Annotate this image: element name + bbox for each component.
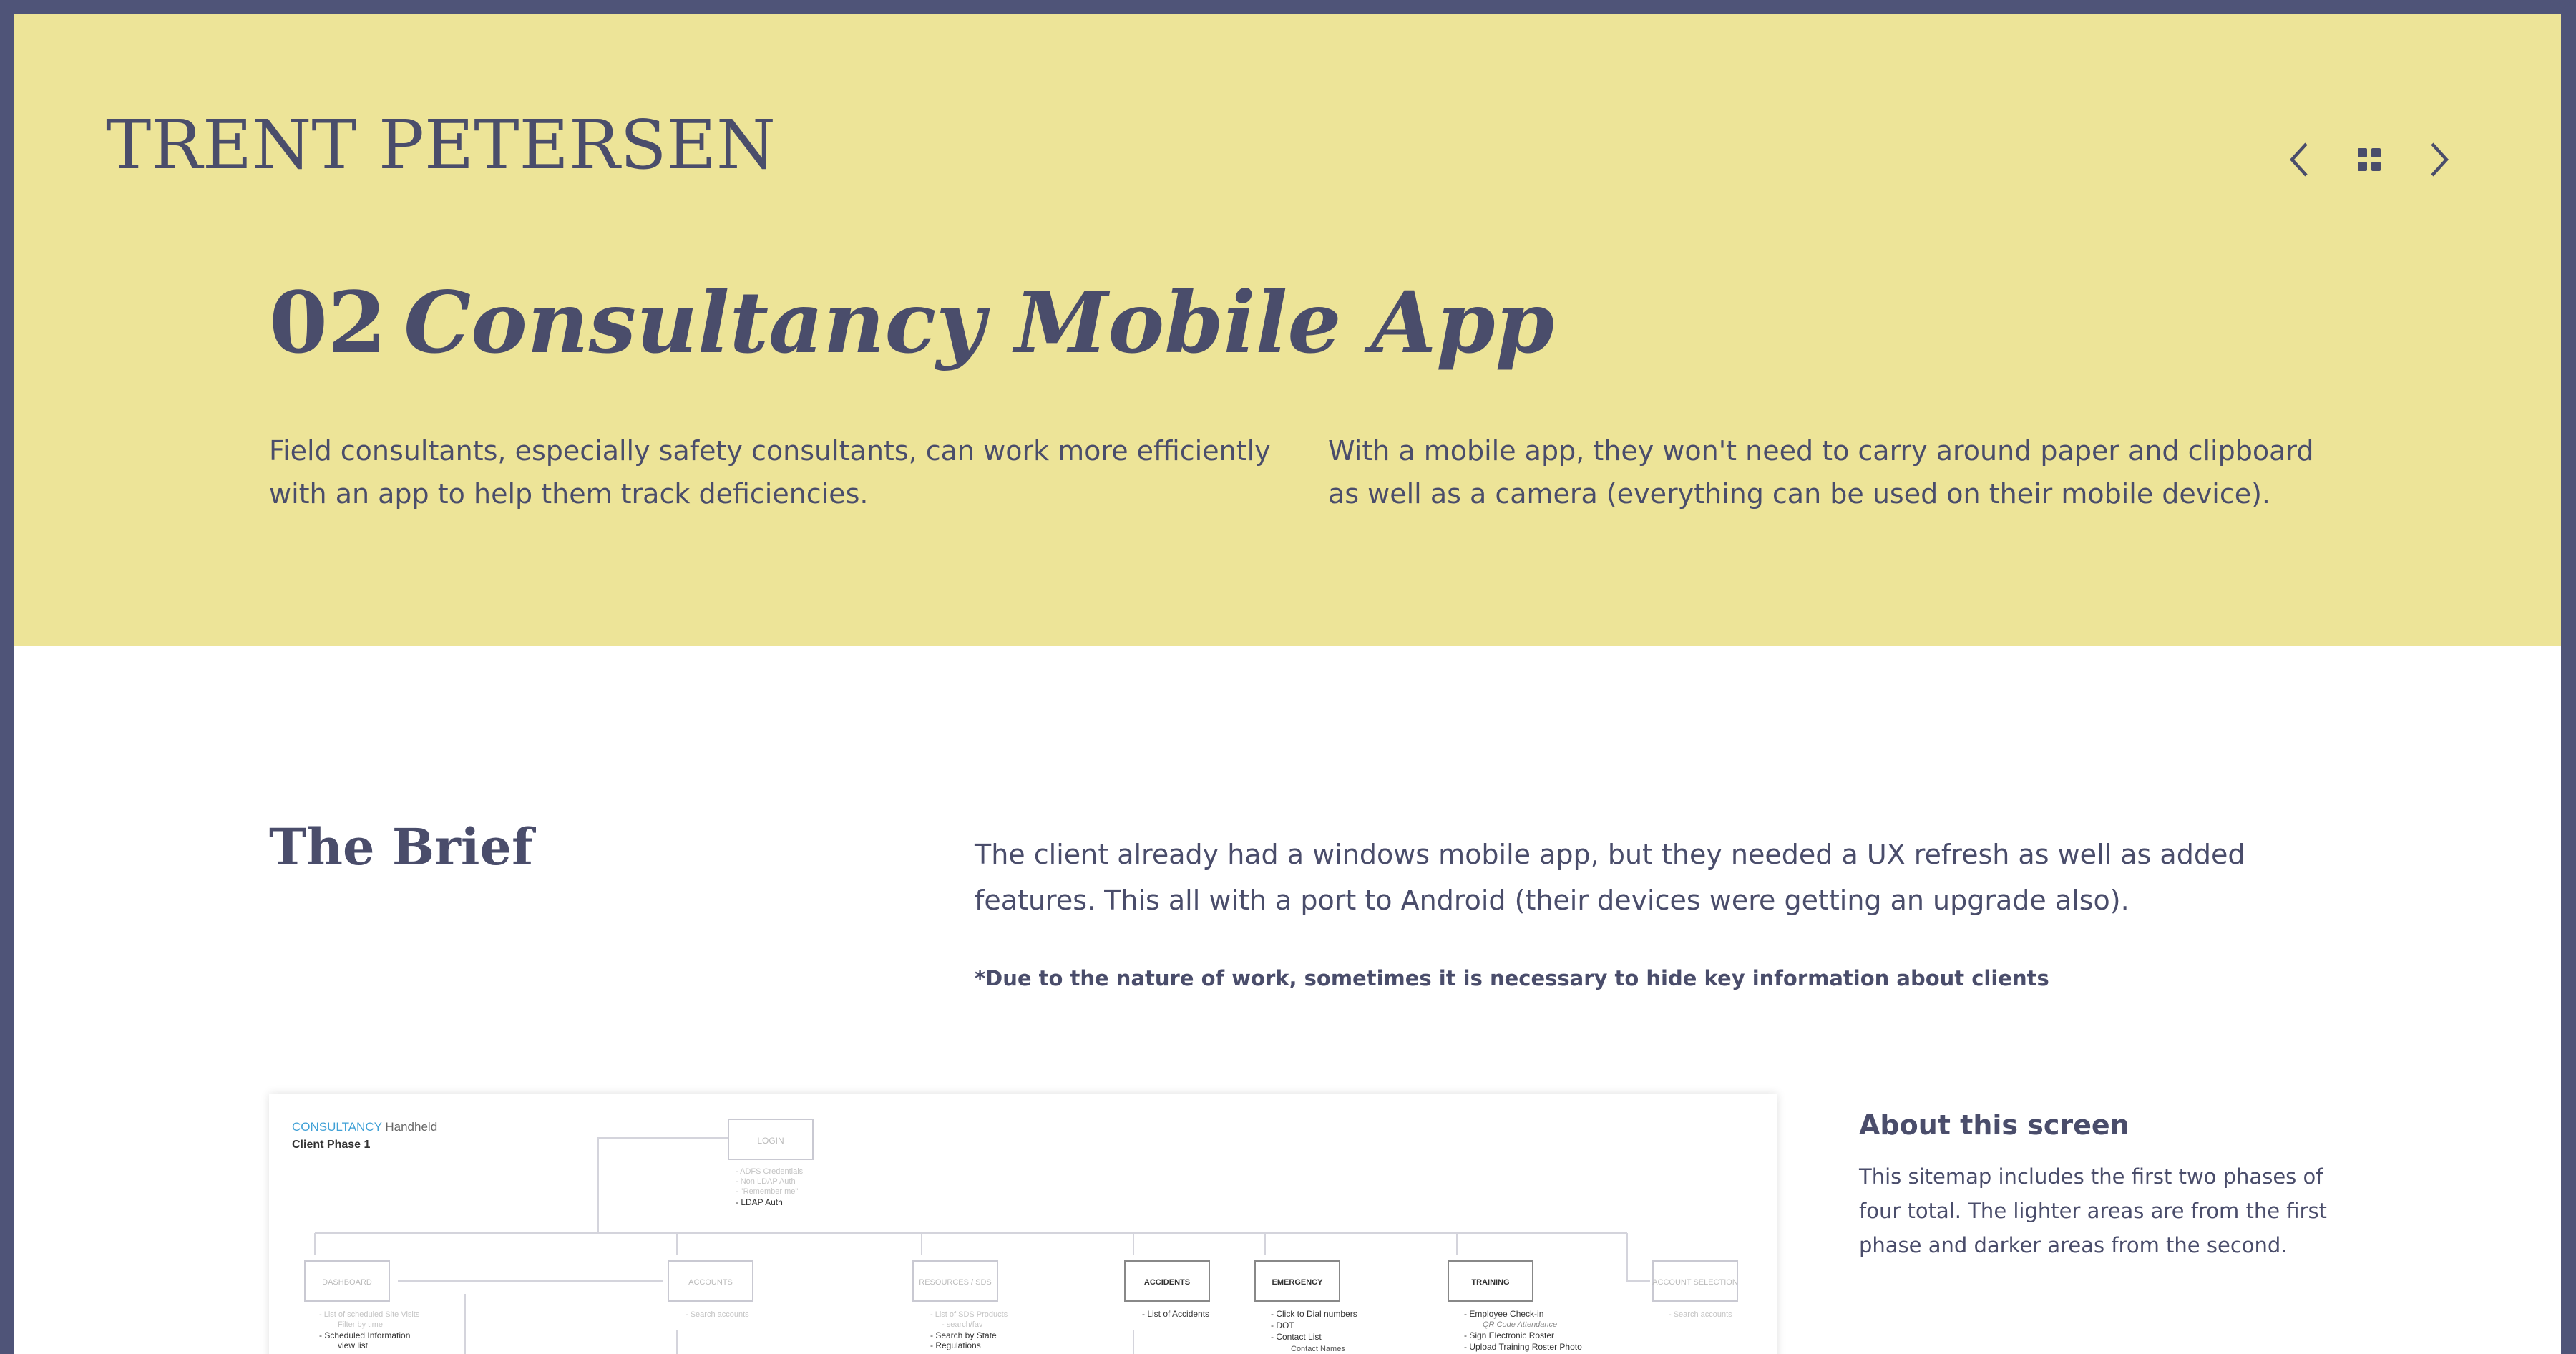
about-screen-body: This sitemap includes the first two phas… <box>1859 1164 2327 1257</box>
svg-text:- Search accounts: - Search accounts <box>1669 1310 1732 1319</box>
intro-text-right: With a mobile app, they won't need to ca… <box>1328 435 2314 510</box>
project-number: 02 <box>269 273 387 372</box>
sitemap-section-emergency: EMERGENCY - Click to Dial numbers - DOT … <box>1254 1260 1357 1353</box>
chevron-left-icon <box>2289 142 2308 177</box>
sitemap-section-resources: RESOURCES / SDS - List of SDS Products -… <box>912 1260 1008 1350</box>
sitemap-diagram: CONSULTANCY Handheld Client Phase 1 LOGI… <box>292 1119 1738 1354</box>
svg-text:- Regulations: - Regulations <box>930 1340 981 1350</box>
project-title: 02 Consultancy Mobile App <box>269 276 1554 369</box>
brief-heading: The Brief <box>269 817 534 877</box>
sitemap-section-training: TRAINING - Employee Check-in QR Code Att… <box>1448 1260 1582 1352</box>
intro-text-left: Field consultants, especially safety con… <box>269 435 1271 510</box>
about-screen-title: About this screen <box>1859 1109 2129 1141</box>
svg-text:RESOURCES / SDS: RESOURCES / SDS <box>919 1278 991 1287</box>
brief-note: *Due to the nature of work, sometimes it… <box>975 966 2049 990</box>
svg-text:ACCOUNTS: ACCOUNTS <box>688 1278 733 1287</box>
sitemap-section-dashboard: DASHBOARD - List of scheduled Site Visit… <box>304 1260 420 1350</box>
svg-text:- List of scheduled Site Visit: - List of scheduled Site Visits <box>319 1310 420 1319</box>
svg-text:- List of SDS Products: - List of SDS Products <box>930 1310 1008 1319</box>
svg-text:TRAINING: TRAINING <box>1471 1278 1509 1287</box>
sitemap-login-item: - Non LDAP Auth <box>736 1177 796 1186</box>
svg-text:Contact Names: Contact Names <box>1291 1345 1345 1353</box>
svg-text:Filter by time: Filter by time <box>338 1320 383 1329</box>
brief-body: The client already had a windows mobile … <box>975 839 2245 916</box>
sitemap-section-account-selection: ACCOUNT SELECTION - Search accounts <box>1652 1260 1738 1319</box>
next-project-button[interactable] <box>2414 135 2464 185</box>
svg-text:- List of Accidents: - List of Accidents <box>1142 1309 1209 1319</box>
svg-text:- DOT: - DOT <box>1271 1320 1294 1330</box>
sitemap-section-accounts: ACCOUNTS - Search accounts <box>668 1260 753 1319</box>
sitemap-brand: CONSULTANCY Handheld <box>292 1120 437 1134</box>
svg-text:- Click to Dial numbers: - Click to Dial numbers <box>1271 1309 1357 1319</box>
svg-text:view list: view list <box>338 1340 369 1350</box>
svg-text:EMERGENCY: EMERGENCY <box>1272 1278 1324 1287</box>
svg-text:- Employee Check-in: - Employee Check-in <box>1464 1309 1543 1319</box>
svg-text:- Contact List: - Contact List <box>1271 1332 1322 1342</box>
svg-text:- Sign Electronic Roster: - Sign Electronic Roster <box>1464 1330 1554 1340</box>
svg-text:- search/fav: - search/fav <box>942 1320 983 1329</box>
sitemap-phase: Client Phase 1 <box>292 1139 370 1151</box>
svg-text:ACCOUNT SELECTION: ACCOUNT SELECTION <box>1652 1278 1738 1287</box>
sitemap-section-accidents: ACCIDENTS - List of Accidents <box>1124 1260 1210 1319</box>
site-brand[interactable]: TRENT PETERSEN <box>106 106 776 185</box>
sitemap-login-label: LOGIN <box>757 1136 784 1146</box>
svg-text:DASHBOARD: DASHBOARD <box>322 1278 372 1287</box>
all-projects-button[interactable] <box>2344 135 2394 185</box>
svg-text:- Scheduled Information: - Scheduled Information <box>319 1330 410 1340</box>
page-frame: TRENT PETERSEN 02 Consultancy Mobile App … <box>14 14 2561 1354</box>
svg-text:QR Code Attendance: QR Code Attendance <box>1483 1320 1557 1329</box>
grid-icon <box>2358 148 2381 171</box>
sitemap-login-item: - ADFS Credentials <box>736 1167 804 1176</box>
svg-text:ACCIDENTS: ACCIDENTS <box>1144 1278 1190 1287</box>
sitemap-login-item: - "Remember me" <box>736 1187 798 1196</box>
svg-text:- Search by State: - Search by State <box>930 1330 997 1340</box>
hero-section: TRENT PETERSEN 02 Consultancy Mobile App … <box>14 14 2561 646</box>
chevron-right-icon <box>2431 142 2449 177</box>
project-name: Consultancy Mobile App <box>404 273 1555 372</box>
svg-text:- Upload Training Roster Photo: - Upload Training Roster Photo <box>1464 1342 1582 1352</box>
prev-project-button[interactable] <box>2274 135 2324 185</box>
sitemap-image[interactable]: CONSULTANCY Handheld Client Phase 1 LOGI… <box>269 1094 1777 1354</box>
svg-text:- Search accounts: - Search accounts <box>686 1310 749 1319</box>
sitemap-login-item: - LDAP Auth <box>736 1197 783 1207</box>
